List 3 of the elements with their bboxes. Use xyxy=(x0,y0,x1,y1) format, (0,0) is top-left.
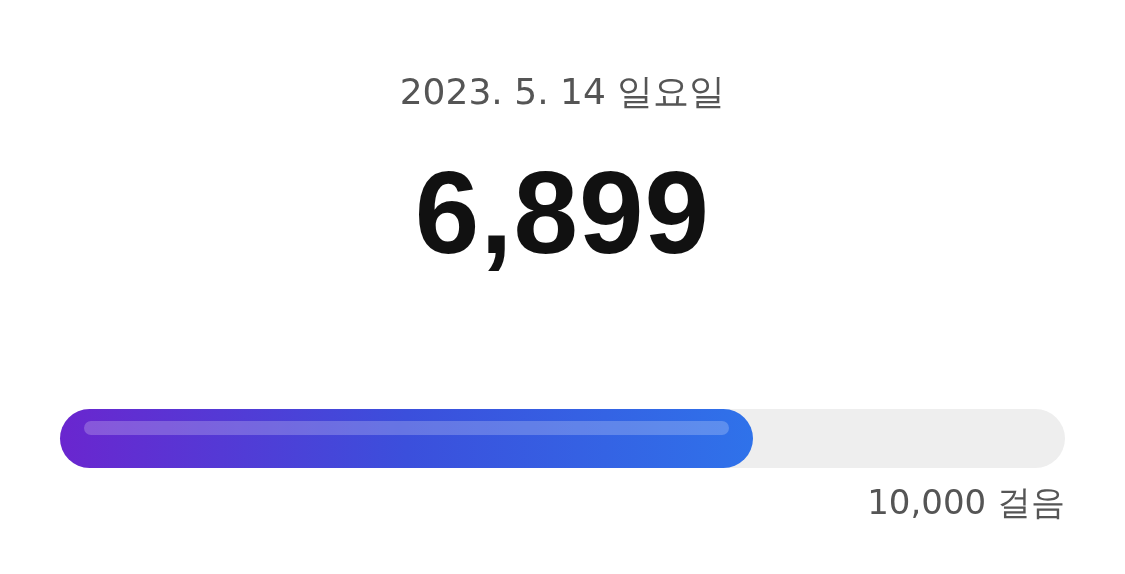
step-count: 6,899 xyxy=(414,155,711,272)
goal-label: 10,000 걸음 xyxy=(867,482,1065,523)
date-label: 2023. 5. 14 일요일 xyxy=(399,71,726,112)
